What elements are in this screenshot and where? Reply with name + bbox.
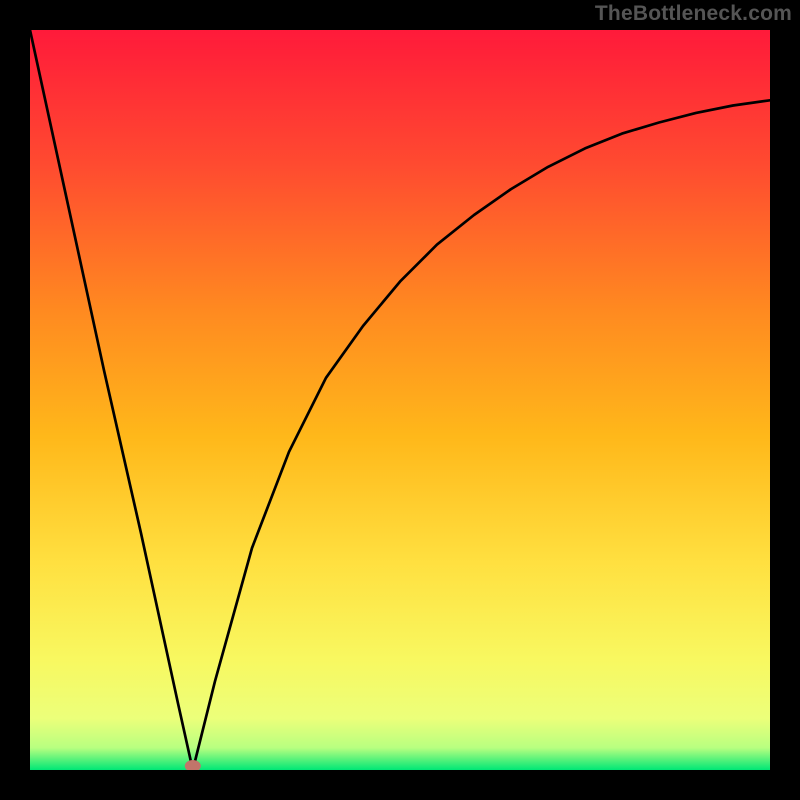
chart-svg <box>30 30 770 770</box>
chart-frame: TheBottleneck.com <box>0 0 800 800</box>
gradient-background <box>30 30 770 770</box>
watermark-text: TheBottleneck.com <box>595 2 792 26</box>
plot-area <box>30 30 770 770</box>
